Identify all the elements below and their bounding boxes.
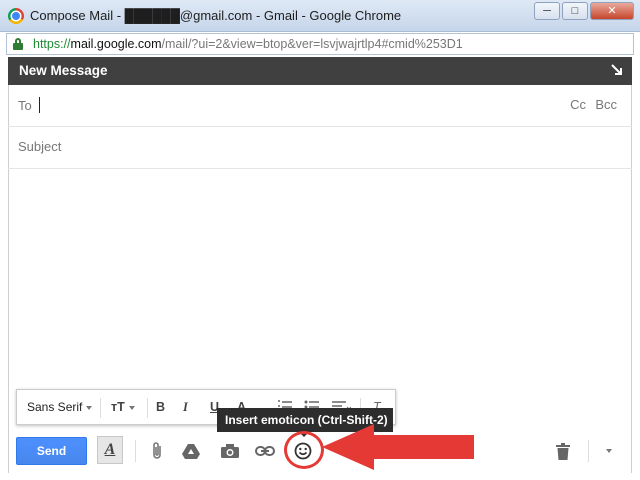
text-caret bbox=[39, 97, 40, 113]
compose-header: New Message bbox=[8, 57, 632, 85]
red-arrow-annotation bbox=[322, 424, 474, 470]
expand-icon[interactable] bbox=[610, 63, 624, 77]
send-button[interactable]: Send bbox=[16, 437, 87, 465]
message-body[interactable] bbox=[9, 170, 631, 386]
discard-draft-button[interactable] bbox=[550, 438, 576, 464]
maximize-button[interactable]: □ bbox=[562, 2, 588, 20]
font-size-icon: тТ bbox=[111, 400, 125, 414]
divider bbox=[588, 440, 589, 462]
bcc-link[interactable]: Bcc bbox=[595, 97, 617, 112]
more-options-button[interactable] bbox=[596, 438, 622, 464]
font-family-select[interactable]: Sans Serif bbox=[27, 400, 93, 414]
url-text[interactable]: https://mail.google.com/mail/?ui=2&view=… bbox=[33, 37, 463, 51]
minimize-button[interactable]: ─ bbox=[534, 2, 560, 20]
lock-icon bbox=[13, 38, 23, 50]
italic-button[interactable]: I bbox=[183, 400, 188, 415]
window-controls: ─ □ ✕ bbox=[534, 2, 634, 20]
attach-files-button[interactable] bbox=[145, 438, 171, 464]
compose-title: New Message bbox=[19, 63, 108, 78]
subject-input[interactable] bbox=[18, 139, 598, 154]
subject-row bbox=[8, 127, 632, 169]
bold-button[interactable]: B bbox=[156, 400, 165, 414]
url-scheme: https:// bbox=[33, 37, 71, 51]
divider bbox=[100, 398, 101, 418]
chrome-logo-icon bbox=[8, 8, 24, 24]
address-bar[interactable]: https://mail.google.com/mail/?ui=2&view=… bbox=[6, 33, 634, 55]
chevron-down-icon bbox=[128, 405, 135, 410]
camera-icon bbox=[221, 444, 239, 458]
insert-photo-button[interactable] bbox=[217, 438, 243, 464]
more-options-icon bbox=[606, 449, 612, 453]
to-row[interactable]: To Cc Bcc bbox=[8, 85, 632, 127]
attach-icon bbox=[153, 442, 161, 459]
divider bbox=[135, 440, 136, 462]
insert-link-button[interactable] bbox=[252, 438, 278, 464]
chevron-down-icon bbox=[86, 405, 93, 410]
to-label: To bbox=[18, 98, 32, 113]
cc-link[interactable]: Cc bbox=[570, 97, 586, 112]
font-size-select[interactable]: тТ bbox=[111, 400, 135, 414]
formatting-options-button[interactable]: A bbox=[97, 436, 123, 464]
url-host: mail.google.com bbox=[70, 37, 162, 51]
window-titlebar: Compose Mail - ██████@gmail.com - Gmail … bbox=[0, 0, 640, 32]
link-icon bbox=[255, 446, 275, 456]
divider bbox=[147, 398, 148, 418]
font-family-label: Sans Serif bbox=[27, 400, 83, 414]
drive-icon bbox=[182, 444, 200, 459]
trash-icon bbox=[556, 442, 570, 460]
window-title: Compose Mail - ██████@gmail.com - Gmail … bbox=[30, 8, 402, 23]
url-path: /mail/?ui=2&view=btop&ver=lsvjwajrtlp4#c… bbox=[161, 37, 463, 51]
close-button[interactable]: ✕ bbox=[590, 2, 634, 20]
insert-drive-button[interactable] bbox=[178, 438, 204, 464]
